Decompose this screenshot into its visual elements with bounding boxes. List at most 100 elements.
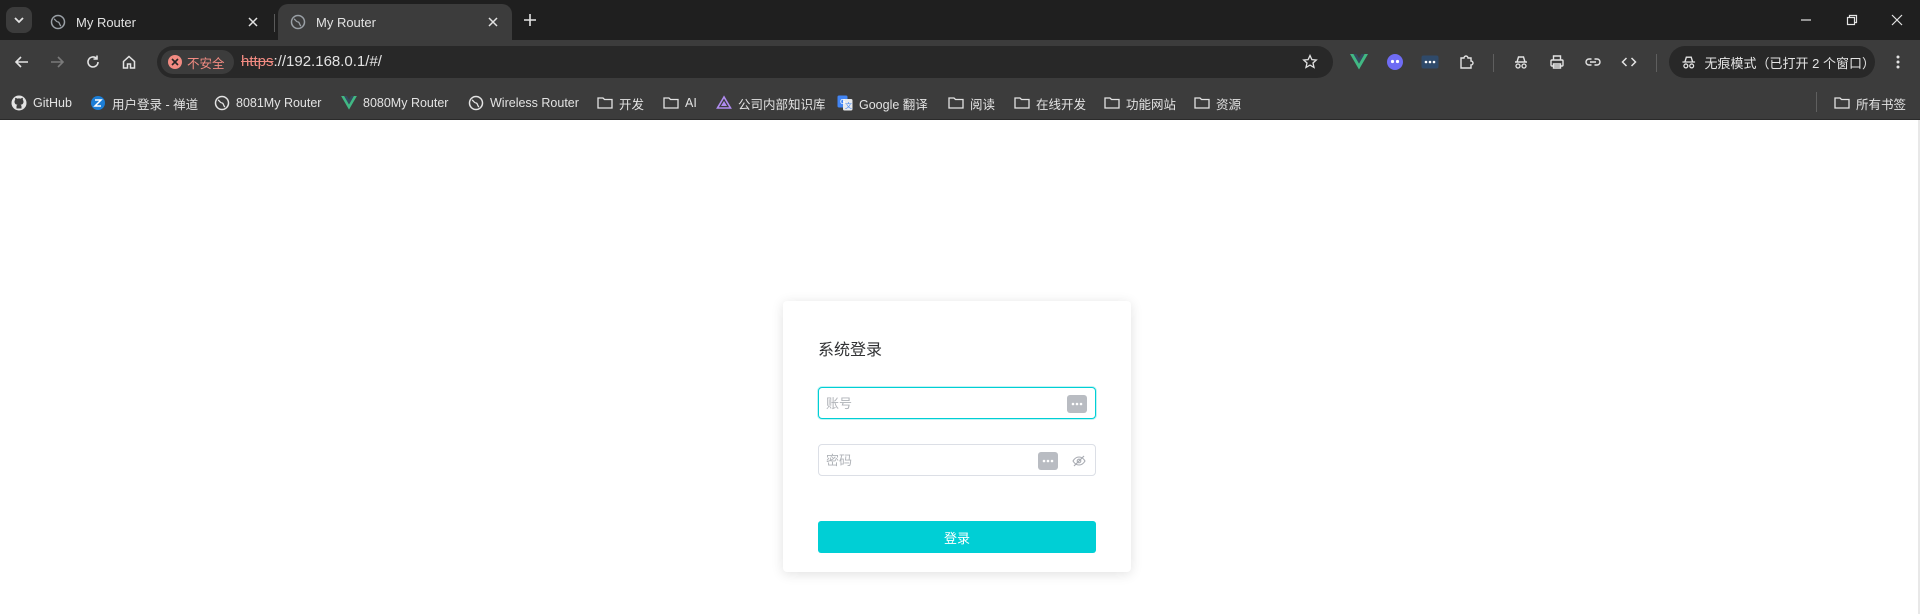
password-field[interactable] [818, 444, 1096, 476]
tab-separator [274, 14, 275, 32]
account-field[interactable] [818, 387, 1096, 419]
login-card: 系统登录 登录 [783, 301, 1131, 572]
chevron-down-icon [14, 17, 24, 24]
eye-off-icon[interactable] [1071, 453, 1087, 469]
incognito-tools-button[interactable] [1507, 48, 1535, 76]
bookmark-star-button[interactable] [1299, 51, 1321, 73]
arrow-right-icon [51, 56, 65, 68]
tab-strip: My Router My Router [0, 0, 1920, 40]
password-extension[interactable] [1416, 48, 1444, 76]
bookmark-wireless-router[interactable]: Wireless Router [468, 92, 579, 114]
bookmark-label: 资源 [1216, 97, 1242, 112]
bookmark-label: 8080My Router [363, 96, 449, 110]
close-window-button[interactable] [1883, 6, 1911, 34]
bookmark-label: 阅读 [970, 97, 996, 112]
folder-icon [1834, 95, 1850, 111]
link-icon [1585, 58, 1601, 66]
page-content: 系统登录 登录 [0, 120, 1920, 614]
folder-icon [597, 95, 613, 111]
bookmarks-divider [1816, 92, 1817, 112]
incognito-indicator[interactable]: 无痕模式（已打开 2 个窗口） [1669, 46, 1875, 78]
bookmark-zentao[interactable]: 用户登录 - 禅道 [90, 92, 198, 114]
globe-icon [214, 95, 230, 111]
url-text[interactable]: https://192.168.0.1/#/ [241, 53, 382, 70]
plus-icon [524, 14, 536, 26]
bookmark-folder-dev[interactable]: 开发 [597, 92, 644, 114]
printer-icon [1550, 55, 1564, 69]
ghost-icon [1387, 54, 1403, 70]
tab-search-button[interactable] [6, 7, 32, 33]
star-icon [1302, 54, 1318, 69]
url-scheme: https [241, 53, 274, 70]
bookmark-8081[interactable]: 8081My Router [214, 92, 321, 114]
password-dots-icon [1421, 55, 1439, 69]
bookmark-label: 在线开发 [1036, 97, 1087, 112]
github-icon [11, 95, 27, 111]
security-label: 不安全 [187, 56, 225, 71]
password-manager-icon[interactable] [1067, 395, 1087, 413]
close-icon [1891, 14, 1903, 26]
minimize-icon [1801, 19, 1811, 21]
arrow-left-icon [14, 56, 28, 68]
bookmark-folder-function-sites[interactable]: 功能网站 [1104, 92, 1176, 114]
bookmark-google-translate[interactable]: G文 Google 翻译 [837, 92, 928, 114]
zentao-icon [90, 95, 106, 111]
tab-title: My Router [316, 14, 376, 30]
all-bookmarks[interactable]: 所有书签 [1834, 92, 1906, 114]
incognito-icon [1682, 56, 1696, 69]
bookmarks-bar: GitHub 用户登录 - 禅道 8081My Router 8080My Ro… [0, 84, 1920, 120]
bookmark-8080[interactable]: 8080My Router [341, 92, 448, 114]
print-button[interactable] [1543, 48, 1571, 76]
tab-inactive[interactable]: My Router [38, 4, 272, 40]
globe-icon [290, 14, 306, 30]
login-button[interactable]: 登录 [818, 521, 1096, 553]
bookmark-folder-reading[interactable]: 阅读 [948, 92, 995, 114]
new-tab-button[interactable] [518, 8, 542, 32]
bookmark-folder-online-dev[interactable]: 在线开发 [1014, 92, 1086, 114]
bookmark-folder-ai[interactable]: AI [663, 92, 697, 114]
browser-menu-button[interactable] [1884, 48, 1912, 76]
folder-icon [1104, 95, 1120, 111]
tab-active[interactable]: My Router [278, 4, 512, 40]
close-icon[interactable] [244, 13, 262, 31]
bookmark-label: Wireless Router [490, 96, 579, 110]
home-button[interactable] [115, 48, 143, 76]
account-input[interactable] [826, 394, 1026, 414]
reload-icon [87, 55, 99, 68]
back-button[interactable] [8, 48, 36, 76]
incognito-label: 无痕模式（已打开 2 个窗口） [1704, 55, 1875, 71]
security-chip[interactable]: 不安全 [161, 50, 234, 74]
bookmark-knowledge-base[interactable]: 公司内部知识库 [716, 92, 826, 114]
bookmark-label: 功能网站 [1126, 97, 1177, 112]
folder-icon [1194, 95, 1210, 111]
bookmark-label: 公司内部知识库 [738, 97, 826, 112]
devtools-button[interactable] [1615, 48, 1643, 76]
globe-icon [468, 95, 484, 111]
reload-button[interactable] [79, 48, 107, 76]
password-input[interactable] [826, 451, 1026, 471]
url-path: ://192.168.0.1/#/ [273, 53, 382, 70]
restore-button[interactable] [1838, 6, 1866, 34]
ghost-extension[interactable] [1381, 48, 1409, 76]
minimize-button[interactable] [1792, 6, 1820, 34]
bookmark-github[interactable]: GitHub [11, 92, 72, 114]
translate-icon: G文 [837, 95, 853, 111]
more-vertical-icon [1896, 55, 1900, 69]
close-icon[interactable] [484, 13, 502, 31]
bookmark-label: Google 翻译 [859, 97, 928, 112]
all-bookmarks-label: 所有书签 [1856, 97, 1907, 112]
forward-button[interactable] [43, 48, 71, 76]
browser-toolbar: 不安全 https://192.168.0.1/#/ 无痕模式（已打开 2 个窗… [0, 40, 1920, 84]
puzzle-icon [1460, 55, 1474, 69]
folder-icon [1014, 95, 1030, 111]
folder-icon [948, 95, 964, 111]
bookmark-label: 8081My Router [236, 96, 322, 110]
password-manager-icon[interactable] [1038, 452, 1058, 470]
bookmark-folder-resources[interactable]: 资源 [1194, 92, 1241, 114]
address-bar[interactable]: 不安全 https://192.168.0.1/#/ [157, 46, 1333, 78]
warning-icon [168, 55, 182, 69]
extensions-button[interactable] [1452, 48, 1480, 76]
copy-link-button[interactable] [1579, 48, 1607, 76]
toolbar-divider [1493, 54, 1494, 72]
vue-devtools-extension[interactable] [1345, 48, 1373, 76]
